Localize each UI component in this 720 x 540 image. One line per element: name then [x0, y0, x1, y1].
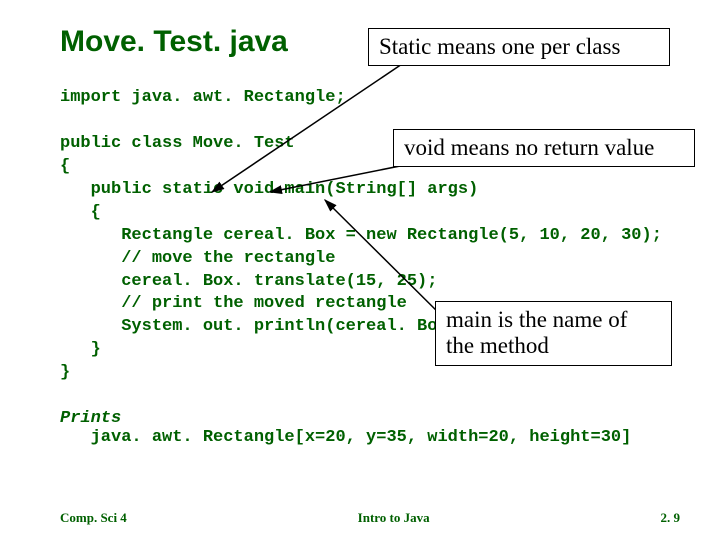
callout-void: void means no return value	[393, 129, 695, 167]
footer-left: Comp. Sci 4	[60, 510, 127, 526]
callout-static: Static means one per class	[368, 28, 670, 66]
prints-value: java. awt. Rectangle[x=20, y=35, width=2…	[60, 428, 631, 447]
footer-right: 2. 9	[660, 510, 680, 526]
callout-main: main is the name of the method	[435, 301, 672, 366]
slide: Move. Test. java Static means one per cl…	[0, 0, 720, 540]
footer: Comp. Sci 4 Intro to Java 2. 9	[0, 510, 720, 526]
prints-block: Prints java. awt. Rectangle[x=20, y=35, …	[60, 409, 680, 447]
footer-center: Intro to Java	[358, 510, 430, 526]
prints-label: Prints	[60, 409, 121, 428]
